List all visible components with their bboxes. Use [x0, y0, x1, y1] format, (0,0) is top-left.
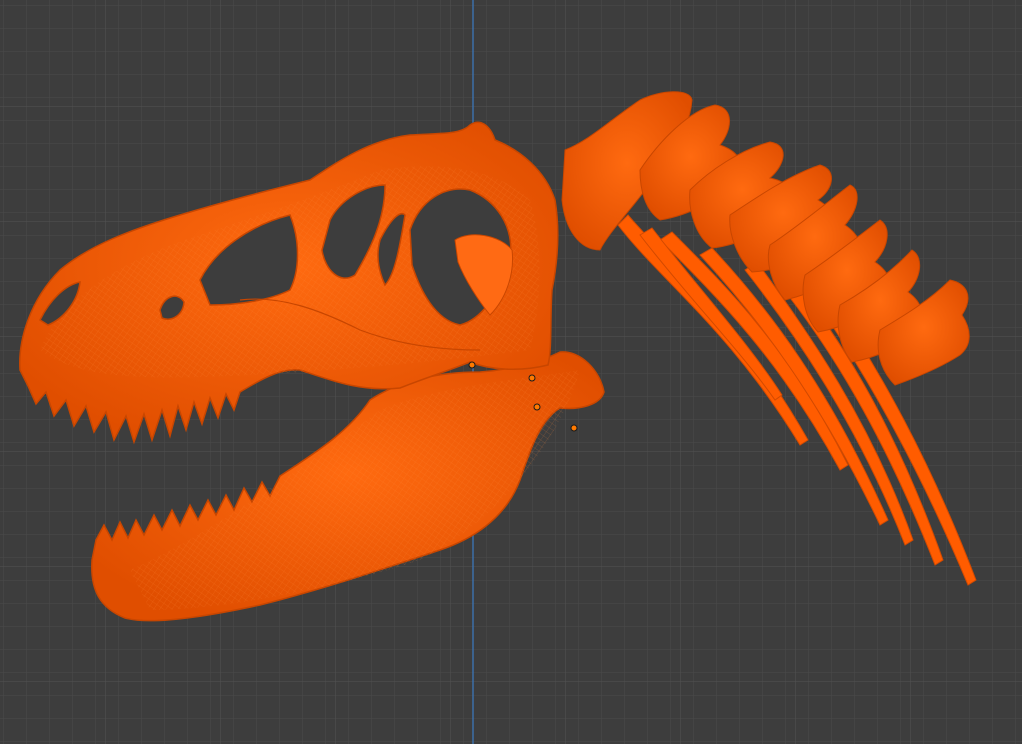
origin-point: [570, 424, 578, 432]
origin-point: [528, 374, 536, 382]
origin-point: [533, 403, 541, 411]
trex-skeleton-model[interactable]: [0, 0, 1022, 744]
3d-viewport[interactable]: [0, 0, 1022, 744]
origin-point: [468, 361, 476, 369]
